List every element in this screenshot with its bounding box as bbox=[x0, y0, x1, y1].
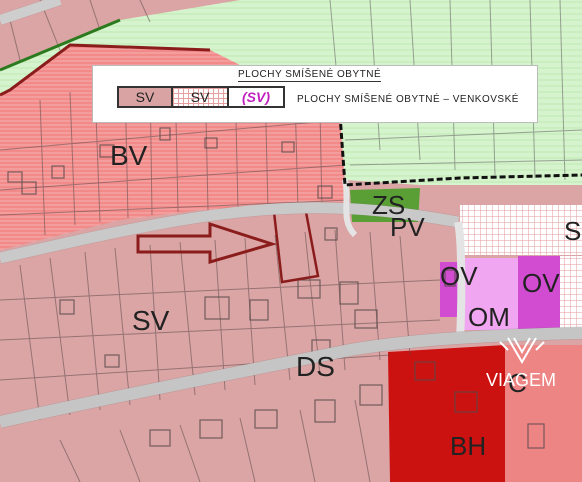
zone-label-bh: BH bbox=[450, 431, 486, 461]
zone-label-ds: DS bbox=[296, 351, 335, 382]
viagem-text: VIAGEM bbox=[486, 370, 556, 390]
legend-description: PLOCHY SMÍŠENÉ OBYTNÉ – VENKOVSKÉ bbox=[297, 94, 519, 105]
cadastral-map[interactable]: BV ZS PV S SV OV OV OM DS C BH VIAGEM PL… bbox=[0, 0, 582, 482]
zone-label-sv: SV bbox=[132, 305, 170, 336]
legend-swatch-reserve: (SV) bbox=[229, 86, 285, 108]
zone-label-ov-right: OV bbox=[522, 268, 560, 298]
zone-label-om: OM bbox=[468, 302, 510, 332]
zone-label-pv: PV bbox=[390, 212, 425, 242]
zone-label-bv: BV bbox=[110, 140, 148, 171]
legend-panel: PLOCHY SMÍŠENÉ OBYTNÉ SV SV (SV) PLOCHY … bbox=[92, 65, 538, 123]
zone-label-ov-left: OV bbox=[440, 261, 478, 291]
zone-bh-east bbox=[505, 345, 582, 482]
zone-om-east bbox=[560, 256, 582, 332]
legend-swatch-existing: SV bbox=[117, 86, 173, 108]
legend-title: PLOCHY SMÍŠENÉ OBYTNÉ bbox=[238, 69, 382, 82]
zone-label-s: S bbox=[564, 216, 581, 246]
legend-swatch-proposed: SV bbox=[173, 86, 229, 108]
zone-bh-fill bbox=[388, 345, 515, 482]
